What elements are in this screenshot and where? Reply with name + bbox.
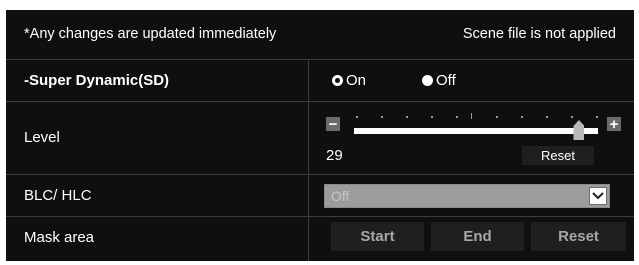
- level-label: Level: [24, 129, 60, 146]
- slider-thumb[interactable]: [573, 120, 585, 140]
- mask-reset-button[interactable]: Reset: [531, 222, 626, 251]
- blc-hlc-select[interactable]: Off: [324, 184, 610, 208]
- super-dynamic-row: -Super Dynamic(SD) On Off: [6, 60, 634, 102]
- blc-hlc-label-cell: BLC/ HLC: [6, 175, 309, 216]
- mask-end-button[interactable]: End: [431, 222, 524, 251]
- super-dynamic-on-label: On: [346, 72, 367, 89]
- mask-area-label-cell: Mask area: [6, 217, 309, 261]
- super-dynamic-on-radio[interactable]: On: [332, 72, 366, 89]
- level-increase-button[interactable]: +: [607, 117, 621, 132]
- super-dynamic-off-label: Off: [436, 72, 456, 89]
- level-decrease-button[interactable]: −: [326, 117, 340, 132]
- scene-file-status: Scene file is not applied: [462, 26, 616, 42]
- slider-tick: [356, 116, 358, 118]
- radio-checked-icon: [332, 75, 343, 86]
- slider-track[interactable]: [354, 128, 598, 134]
- header-row: *Any changes are updated immediately Sce…: [6, 10, 634, 60]
- level-label-cell: Level: [6, 102, 309, 174]
- slider-tick: [381, 116, 383, 118]
- slider-tick: [596, 116, 598, 118]
- slider-tick: [406, 116, 408, 118]
- slider-tick: [431, 116, 433, 118]
- radio-unchecked-icon: [422, 75, 433, 86]
- level-row: Level − + 29 Reset: [6, 102, 634, 175]
- update-notice: *Any changes are updated immediately: [24, 26, 277, 42]
- level-reset-button[interactable]: Reset: [522, 146, 594, 165]
- slider-tick: [456, 116, 458, 118]
- slider-tick: [496, 116, 498, 118]
- blc-hlc-label: BLC/ HLC: [24, 187, 92, 204]
- level-value: 29: [326, 147, 343, 164]
- super-dynamic-label-cell: -Super Dynamic(SD): [6, 60, 309, 101]
- settings-panel: *Any changes are updated immediately Sce…: [6, 10, 634, 261]
- super-dynamic-label: -Super Dynamic(SD): [24, 72, 170, 89]
- slider-tick: [571, 116, 573, 118]
- mask-area-row: Mask area Start End Reset: [6, 217, 634, 261]
- blc-hlc-selected-value: Off: [331, 188, 350, 204]
- slider-tick: [521, 116, 523, 118]
- blc-hlc-row: BLC/ HLC Off: [6, 175, 634, 217]
- slider-tick: [546, 116, 548, 118]
- mask-area-label: Mask area: [24, 229, 95, 246]
- slider-tick-major: [471, 113, 472, 119]
- chevron-down-icon[interactable]: [589, 187, 607, 205]
- mask-start-button[interactable]: Start: [331, 222, 424, 251]
- super-dynamic-off-radio[interactable]: Off: [422, 72, 456, 89]
